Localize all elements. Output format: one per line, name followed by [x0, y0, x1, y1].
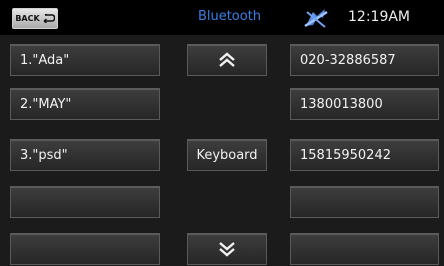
contact-number-5[interactable] [290, 233, 439, 265]
scroll-up-button[interactable] [187, 44, 267, 76]
contact-number-label: 1380013800 [300, 96, 383, 112]
contact-number-1[interactable]: 020-32886587 [290, 44, 439, 76]
contact-number-2[interactable]: 1380013800 [290, 88, 439, 120]
keyboard-button[interactable]: Keyboard [187, 139, 267, 171]
bluetooth-disconnected-icon [304, 9, 328, 28]
double-chevron-down-icon [219, 242, 235, 257]
contact-name-label: 1."Ada" [20, 52, 70, 68]
contacts-panel: 1."Ada" 020-32886587 2."MAY" 1380013800 … [0, 35, 444, 266]
return-arrow-icon [43, 14, 55, 23]
contact-name-1[interactable]: 1."Ada" [10, 44, 160, 76]
double-chevron-up-icon [219, 52, 235, 67]
keyboard-label: Keyboard [196, 147, 258, 163]
contact-name-3[interactable]: 3."psd" [10, 139, 160, 171]
contact-number-4[interactable] [290, 186, 439, 218]
scroll-down-button[interactable] [187, 233, 267, 265]
contact-name-label: 2."MAY" [20, 96, 72, 112]
status-bar: BACK Bluetooth 12:19AM [0, 0, 444, 35]
contact-number-3[interactable]: 15815950242 [290, 139, 439, 171]
contact-name-5[interactable] [10, 233, 160, 265]
contact-name-label: 3."psd" [20, 147, 68, 163]
contact-number-label: 15815950242 [300, 147, 391, 163]
page-title: Bluetooth [197, 9, 262, 24]
clock: 12:19AM [348, 9, 411, 25]
contact-name-4[interactable] [10, 186, 160, 218]
back-button[interactable]: BACK [12, 8, 58, 29]
back-label: BACK [15, 14, 40, 23]
contact-name-2[interactable]: 2."MAY" [10, 88, 160, 120]
contact-number-label: 020-32886587 [300, 52, 396, 68]
